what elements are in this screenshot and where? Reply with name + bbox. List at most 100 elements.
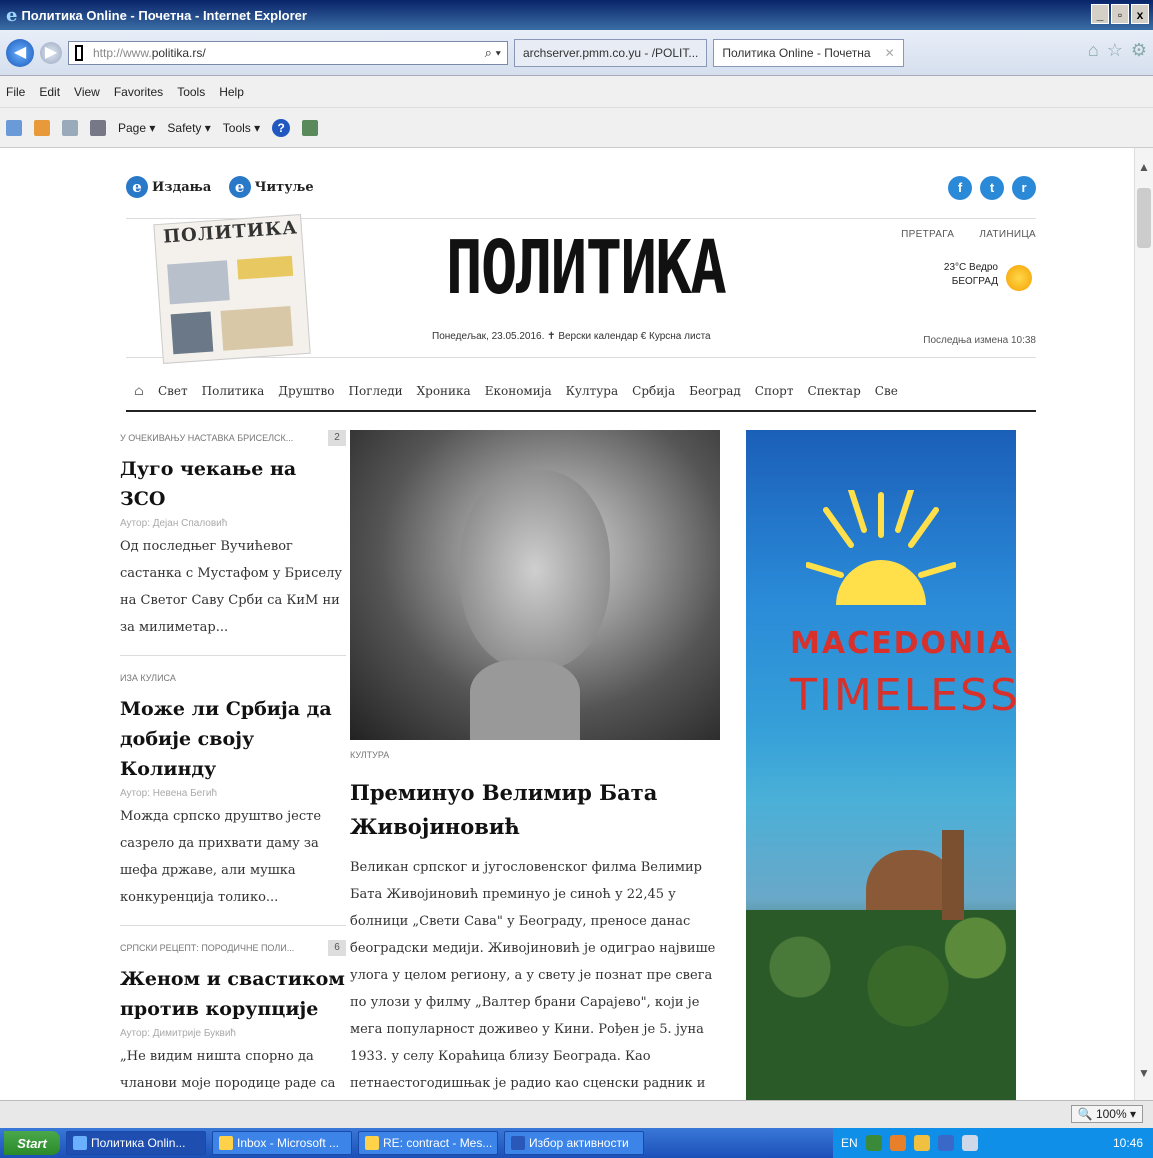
scroll-up-icon[interactable]: ▲ xyxy=(1138,160,1150,174)
address-input[interactable]: http://www. politika.rs/ ⌕ ▾ xyxy=(68,40,508,65)
nav-item[interactable]: Србија xyxy=(632,384,675,398)
maximize-button[interactable]: ▫ xyxy=(1111,4,1129,24)
e-badge-icon: e xyxy=(228,176,251,198)
forward-button[interactable]: ▶ xyxy=(40,41,62,64)
tray-network-icon[interactable] xyxy=(865,1135,882,1151)
favorites-star-icon[interactable]: ☆ xyxy=(1107,40,1123,61)
article-kicker: У ОЧЕКИВАЊУ НАСТАВКА БРИСЕЛСК... 2 xyxy=(120,430,346,446)
tray-app-icon[interactable] xyxy=(937,1135,954,1151)
tray-volume-icon[interactable] xyxy=(961,1135,978,1151)
menu-edit[interactable]: Edit xyxy=(39,85,60,99)
comment-count-badge[interactable]: 2 xyxy=(328,430,346,446)
back-button[interactable]: ◀ xyxy=(6,38,34,67)
article-photo[interactable] xyxy=(350,430,720,740)
clock[interactable]: 10:46 xyxy=(1113,1136,1143,1150)
research-icon[interactable] xyxy=(302,119,319,136)
ad-brand-line2: TIMELESS xyxy=(790,670,1016,721)
add-favorites-icon[interactable] xyxy=(6,119,22,136)
mail-icon[interactable] xyxy=(62,119,78,136)
menu-help[interactable]: Help xyxy=(219,85,244,99)
nav-item[interactable]: Политика xyxy=(202,384,265,398)
home-nav-icon[interactable]: ⌂ xyxy=(134,384,144,399)
search-icon[interactable]: ⌕ ▾ xyxy=(485,45,501,61)
tab-archserver-label: archserver.pmm.co.yu - /POLIT... xyxy=(523,45,699,60)
tools-menu[interactable]: Tools ▾ xyxy=(223,121,260,135)
weather-widget: 23°C Ведро БЕОГРАД xyxy=(906,261,1032,291)
menu-tools[interactable]: Tools xyxy=(177,85,205,99)
safety-menu[interactable]: Safety ▾ xyxy=(167,121,210,135)
nav-item[interactable]: Београд xyxy=(689,384,741,398)
start-button[interactable]: Start xyxy=(4,1131,60,1155)
page-menu[interactable]: Page ▾ xyxy=(118,121,155,135)
masthead-right: ПРЕТРАГА ЛАТИНИЦА xyxy=(876,229,1036,240)
article-body: Великан српског и југословенског филма В… xyxy=(350,860,716,1091)
taskbar-button-inbox[interactable]: Inbox - Microsoft ... xyxy=(212,1131,352,1155)
scroll-down-icon[interactable]: ▼ xyxy=(1138,1066,1150,1080)
article-title[interactable]: Преминуо Велимир Бата Живојиновић xyxy=(350,776,720,844)
facebook-icon[interactable]: f xyxy=(948,176,972,200)
tray-app-icon[interactable] xyxy=(889,1135,906,1151)
nav-item[interactable]: Спорт xyxy=(755,384,794,398)
nav-item[interactable]: Култура xyxy=(566,384,619,398)
article-author: Аутор: Димитрије Буквић xyxy=(120,1028,236,1039)
taskbar-button-tasks[interactable]: Избор активности xyxy=(504,1131,644,1155)
menu-file[interactable]: File xyxy=(6,85,25,99)
site-logo[interactable]: ПОЛИТИКА xyxy=(446,225,727,311)
e-badge-icon: e xyxy=(126,176,148,198)
menu-favorites[interactable]: Favorites xyxy=(114,85,163,99)
status-bar: 🔍 100% ▾ xyxy=(0,1100,1153,1128)
close-button[interactable]: x xyxy=(1131,4,1149,24)
home-icon[interactable]: ⌂ xyxy=(1088,40,1099,61)
settings-gear-icon[interactable]: ⚙ xyxy=(1131,40,1147,61)
minimize-button[interactable]: _ xyxy=(1091,4,1109,24)
nav-item[interactable]: Све xyxy=(875,384,898,398)
obituaries-label: Читуље xyxy=(254,179,314,195)
article-title[interactable]: Може ли Србија да добије своју Колинду xyxy=(120,694,346,784)
article-kicker: ИЗА КУЛИСА xyxy=(120,670,346,686)
article-title[interactable]: Дуго чекање на ЗСО xyxy=(120,454,346,514)
scroll-thumb[interactable] xyxy=(1137,188,1151,248)
latin-link[interactable]: ЛАТИНИЦА xyxy=(979,229,1036,240)
ie-icon xyxy=(73,1136,87,1150)
newspaper-thumbnail[interactable]: ПОЛИТИКА xyxy=(153,214,311,364)
taskbar-button-ie[interactable]: Политика Onlin... xyxy=(66,1131,206,1155)
tasks-icon xyxy=(511,1136,525,1150)
nav-item[interactable]: Спектар xyxy=(808,384,861,398)
nav-item[interactable]: Погледи xyxy=(349,384,403,398)
language-indicator[interactable]: EN xyxy=(841,1136,858,1150)
close-tab-icon[interactable]: ✕ xyxy=(885,46,895,60)
window-titlebar: e Политика Online - Почетна - Internet E… xyxy=(0,0,1153,30)
advertisement-banner[interactable]: MACEDONIA TIMELESS xyxy=(746,430,1016,1100)
nav-item[interactable]: Свет xyxy=(158,384,188,398)
masthead: ПОЛИТИКА ПОЛИТИКА Понедељак, 23.05.2016.… xyxy=(126,214,1036,364)
tab-archserver[interactable]: archserver.pmm.co.yu - /POLIT... xyxy=(514,38,708,67)
help-icon[interactable]: ? xyxy=(272,118,291,137)
window-title: Политика Online - Почетна - Internet Exp… xyxy=(21,7,307,23)
rss-icon[interactable]: r xyxy=(1012,176,1036,200)
article-title[interactable]: Женом и свастиком против корупције xyxy=(120,964,346,1024)
zoom-control[interactable]: 🔍 100% ▾ xyxy=(1070,1105,1143,1123)
nav-item[interactable]: Економија xyxy=(485,384,552,398)
search-link[interactable]: ПРЕТРАГА xyxy=(901,229,954,240)
vertical-scrollbar[interactable]: ▲ ▼ xyxy=(1134,148,1153,1100)
article-author: Аутор: Невена Бегић xyxy=(120,788,218,799)
feeds-icon[interactable] xyxy=(34,119,50,136)
taskbar-button-message[interactable]: RE: contract - Mes... xyxy=(358,1131,498,1155)
article-author: Аутор: Дејан Спаловић xyxy=(120,518,228,529)
twitter-icon[interactable]: t xyxy=(980,176,1004,200)
editions-label: Издања xyxy=(152,179,212,195)
zoom-icon: 🔍 xyxy=(1077,1107,1093,1121)
tab-politika[interactable]: Политика Online - Почетна ✕ xyxy=(713,38,904,67)
article-card: СРПСКИ РЕЦЕПТ: ПОРОДИЧНЕ ПОЛИ... 6 Женом… xyxy=(120,940,346,1097)
comment-count-badge[interactable]: 6 xyxy=(328,940,346,956)
taskbar-label: Политика Onlin... xyxy=(91,1136,186,1150)
nav-item[interactable]: Друштво xyxy=(278,384,334,398)
divider xyxy=(120,655,346,656)
nav-item[interactable]: Хроника xyxy=(417,384,471,398)
editions-link[interactable]: e Издања xyxy=(126,176,211,198)
tray-app-icon[interactable] xyxy=(913,1135,930,1151)
print-icon[interactable] xyxy=(90,119,106,136)
menu-view[interactable]: View xyxy=(74,85,100,99)
obituaries-link[interactable]: e Читуље xyxy=(228,176,314,198)
weather-temp: 23°C Ведро xyxy=(943,262,998,273)
